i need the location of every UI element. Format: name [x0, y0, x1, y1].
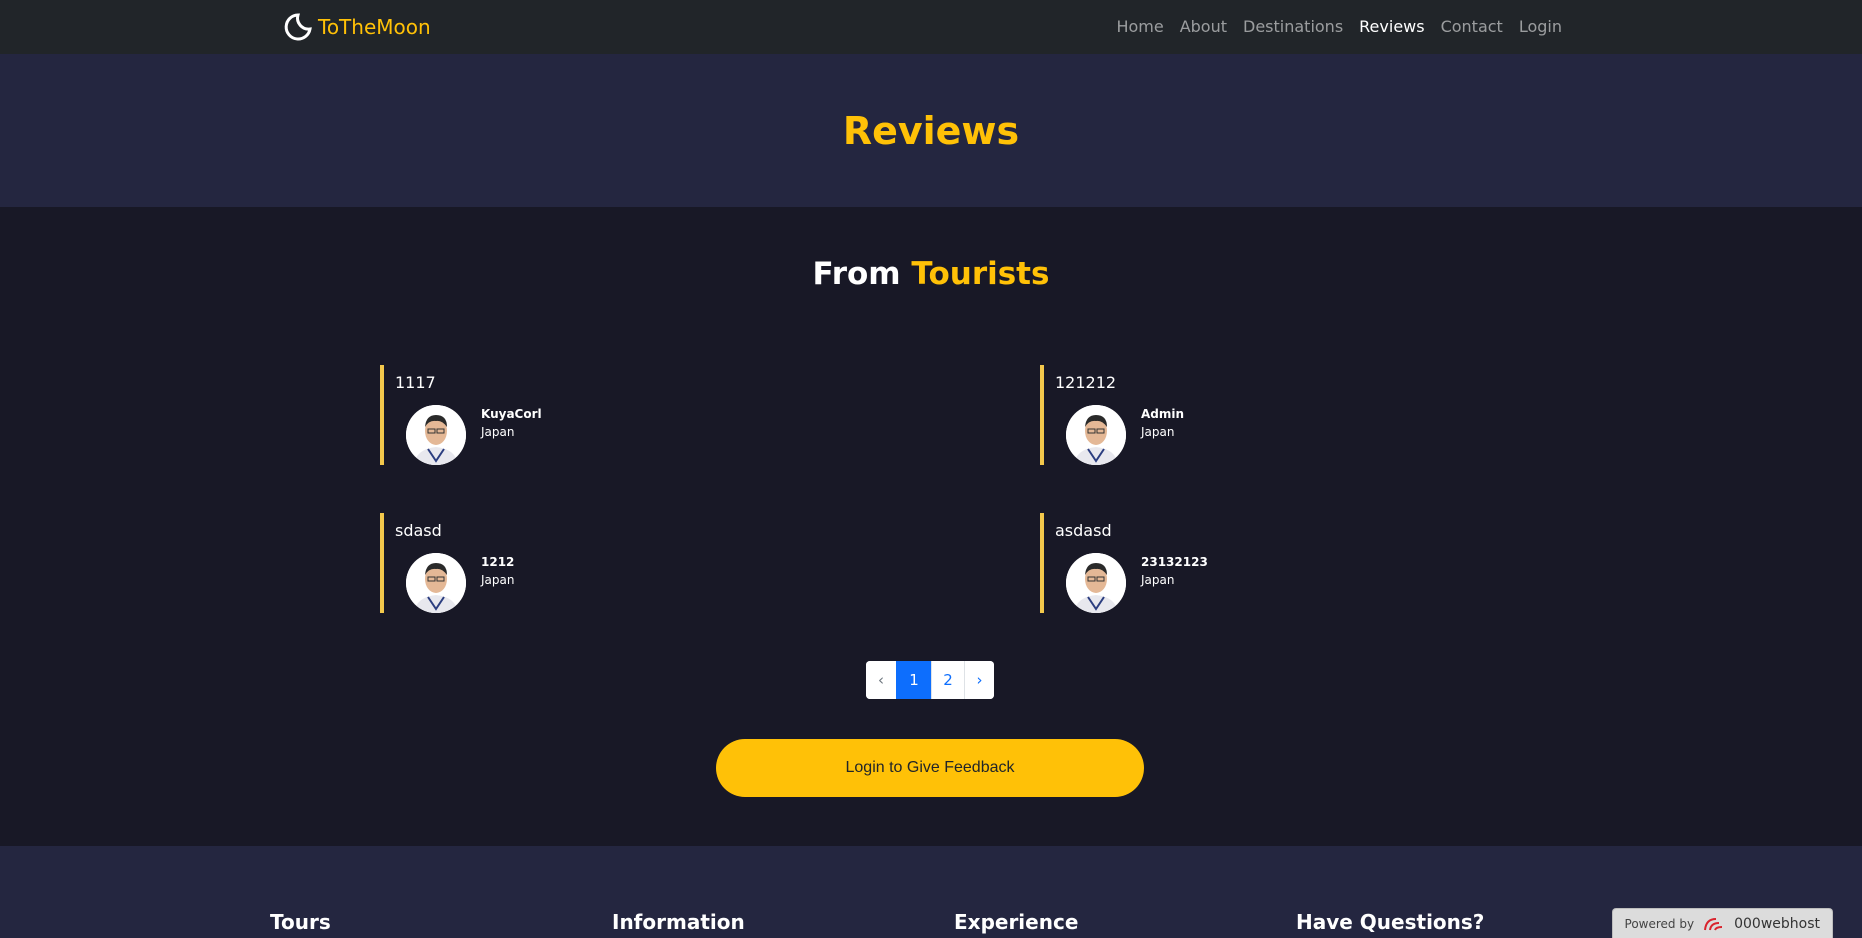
review-card: sdasd 1212 Japan — [380, 513, 940, 613]
person-photo-icon — [1066, 405, 1126, 465]
avatar — [1066, 405, 1126, 465]
reviewer-name: Admin — [1141, 407, 1185, 421]
main-nav: Home About Destinations Reviews Contact … — [1108, 16, 1570, 38]
nav-home[interactable]: Home — [1108, 16, 1171, 38]
nav-destinations[interactable]: Destinations — [1235, 16, 1351, 38]
pagination: ‹ 1 2 › — [866, 661, 994, 699]
reviewer-name: 23132123 — [1141, 555, 1208, 569]
navbar: ToTheMoon Home About Destinations Review… — [0, 0, 1862, 54]
pagination-next-button[interactable]: › — [964, 661, 994, 699]
section-title-accent: Tourists — [911, 256, 1050, 292]
nav-login[interactable]: Login — [1511, 16, 1570, 38]
page-header: Reviews — [0, 54, 1862, 207]
avatar — [406, 405, 466, 465]
person-photo-icon — [406, 405, 466, 465]
reviewer-country: Japan — [1141, 425, 1175, 439]
host-name: 000webhost — [1734, 915, 1820, 932]
avatar — [406, 553, 466, 613]
login-feedback-button[interactable]: Login to Give Feedback — [716, 739, 1144, 797]
moon-icon — [284, 13, 312, 41]
review-message: 121212 — [1055, 373, 1117, 392]
brand-name: ToTheMoon — [318, 15, 431, 39]
hosting-badge[interactable]: Powered by 000webhost — [1611, 908, 1833, 938]
review-message: sdasd — [395, 521, 442, 540]
pagination-prev-button[interactable]: ‹ — [866, 661, 896, 699]
review-card: 1117 KuyaCorl Japan — [380, 365, 940, 465]
nav-reviews[interactable]: Reviews — [1351, 16, 1432, 38]
section-title-prefix: From — [812, 256, 901, 292]
reviewer-country: Japan — [481, 425, 515, 439]
review-message: 1117 — [395, 373, 436, 392]
section-title: From Tourists — [0, 256, 1862, 292]
pagination-page-1[interactable]: 1 — [896, 661, 931, 699]
reviewer-name: 1212 — [481, 555, 515, 569]
page-title: Reviews — [842, 108, 1020, 153]
footer: Tours Information Experience Have Questi… — [0, 846, 1862, 938]
person-photo-icon — [1066, 553, 1126, 613]
reviewer-country: Japan — [1141, 573, 1175, 587]
footer-heading-tours: Tours — [270, 910, 331, 934]
brand-link[interactable]: ToTheMoon — [284, 12, 431, 42]
review-card: asdasd 23132123 Japan — [1040, 513, 1600, 613]
review-message: asdasd — [1055, 521, 1112, 540]
avatar — [1066, 553, 1126, 613]
review-card: 121212 Admin Japan — [1040, 365, 1600, 465]
footer-heading-questions: Have Questions? — [1296, 910, 1485, 934]
person-photo-icon — [406, 553, 466, 613]
reviewer-country: Japan — [481, 573, 515, 587]
footer-heading-information: Information — [612, 910, 745, 934]
webhost-logo-icon — [1704, 917, 1723, 930]
footer-heading-experience: Experience — [954, 910, 1079, 934]
pagination-page-2[interactable]: 2 — [931, 661, 964, 699]
nav-about[interactable]: About — [1172, 16, 1235, 38]
nav-contact[interactable]: Contact — [1433, 16, 1511, 38]
reviewer-name: KuyaCorl — [481, 407, 542, 421]
powered-by-label: Powered by — [1624, 916, 1695, 931]
